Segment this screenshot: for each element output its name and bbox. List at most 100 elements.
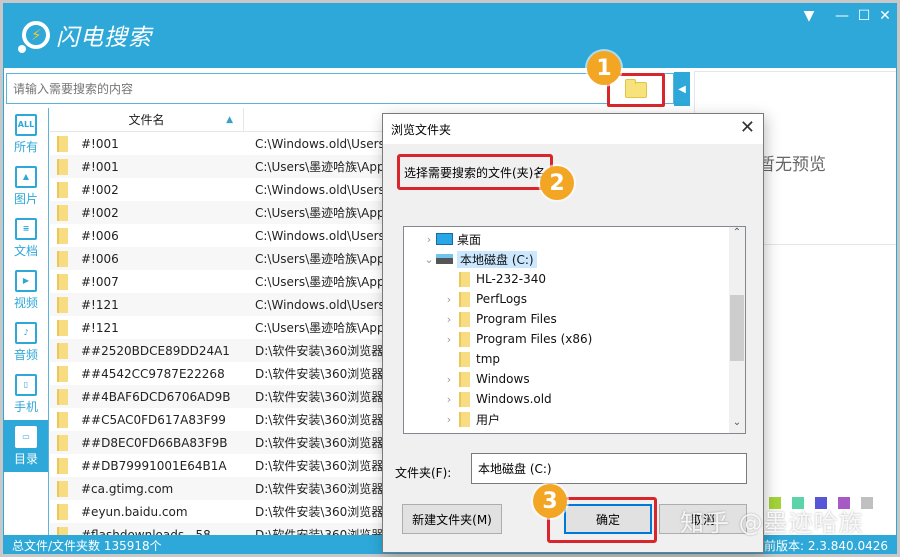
step-badge-2: 2 bbox=[540, 166, 574, 200]
sidebar-item-label: 目录 bbox=[13, 451, 38, 466]
file-name: #!001 bbox=[81, 136, 119, 151]
ok-button[interactable]: 确定 bbox=[564, 504, 652, 534]
folder-icon bbox=[459, 311, 470, 327]
file-name: #!002 bbox=[81, 205, 119, 220]
tree-item-label: 桌面 bbox=[457, 232, 482, 247]
sidebar-item-document[interactable]: ≡ 文档 bbox=[4, 212, 48, 264]
file-name: ##4542CC9787E22268 bbox=[81, 366, 225, 381]
sidebar-item-video[interactable]: ▶ 视频 bbox=[4, 264, 48, 316]
expand-chevron-icon[interactable]: › bbox=[422, 233, 436, 246]
file-name: ##D8EC0FD66BA83F9B bbox=[81, 435, 228, 450]
new-folder-button[interactable]: 新建文件夹(M) bbox=[402, 504, 502, 534]
scroll-up-icon[interactable]: ⌃ bbox=[729, 227, 745, 243]
folder-icon bbox=[57, 503, 68, 520]
folder-name-input[interactable] bbox=[471, 453, 747, 484]
tree-item-label: HL-232-340 bbox=[476, 272, 546, 286]
sidebar-item-image[interactable]: ▲ 图片 bbox=[4, 160, 48, 212]
app-title: 闪电搜索 bbox=[56, 25, 152, 51]
file-path: C:\Windows.old\Users\墨 bbox=[255, 137, 401, 151]
expand-chevron-icon[interactable]: › bbox=[442, 293, 456, 306]
maximize-button[interactable]: ☐ bbox=[853, 8, 875, 24]
expand-chevron-icon[interactable]: › bbox=[442, 393, 456, 406]
file-path: C:\Windows.old\Users\墨 bbox=[255, 229, 401, 243]
sidebar-item-all[interactable]: ALL 所有 bbox=[4, 108, 48, 160]
sidebar-item-phone[interactable]: ▯ 手机 bbox=[4, 368, 48, 420]
sidebar-item-audio[interactable]: ♪ 音频 bbox=[4, 316, 48, 368]
search-input[interactable] bbox=[6, 73, 674, 104]
dialog-title-bar: 浏览文件夹 ✕ bbox=[383, 114, 763, 144]
file-name: #ca.gtimg.com bbox=[81, 481, 174, 496]
file-path: D:\软件安装\360浏览器\3 bbox=[255, 390, 395, 404]
folder-icon bbox=[459, 411, 470, 427]
app-logo: ⚡ 闪电搜索 bbox=[18, 18, 152, 53]
file-path: C:\Users\墨迹哈族\AppD bbox=[255, 321, 394, 335]
folder-icon bbox=[57, 434, 68, 451]
file-count-status: 总文件/文件夹数 135918个 bbox=[12, 538, 162, 553]
close-button[interactable]: ✕ bbox=[874, 8, 896, 24]
file-path: D:\软件安装\360浏览器\3 bbox=[255, 413, 395, 427]
tree-item[interactable]: ⌄ 本地磁盘 (C:) bbox=[404, 249, 745, 269]
watermark: 知乎 @墨迹哈族 bbox=[680, 509, 864, 537]
folder-icon bbox=[57, 273, 68, 290]
folder-icon bbox=[57, 457, 68, 474]
tree-item[interactable]: › Windows bbox=[404, 369, 745, 389]
file-path: D:\软件安装\360浏览器\3 bbox=[255, 459, 395, 473]
folder-icon bbox=[57, 388, 68, 405]
tree-item[interactable]: › 用户 bbox=[404, 409, 745, 429]
expand-chevron-icon[interactable]: › bbox=[422, 433, 436, 434]
scroll-down-icon[interactable]: ⌄ bbox=[729, 417, 745, 433]
sidebar-item-directory[interactable]: ▭ 目录 bbox=[4, 420, 48, 472]
tree-item[interactable]: › Windows.old bbox=[404, 389, 745, 409]
sidebar-item-label: 视频 bbox=[13, 295, 38, 310]
tree-item[interactable]: HL-232-340 bbox=[404, 269, 745, 289]
minimize-button[interactable]: — bbox=[831, 8, 853, 24]
tree-item[interactable]: › Program Files bbox=[404, 309, 745, 329]
folder-icon bbox=[57, 480, 68, 497]
dialog-description: 选择需要搜索的文件(夹)名 bbox=[397, 154, 553, 190]
tree-item[interactable]: tmp bbox=[404, 349, 745, 369]
tree-item[interactable]: › 新加卷 (D:) bbox=[404, 429, 745, 434]
file-path: C:\Windows.old\Users\墨 bbox=[255, 183, 401, 197]
file-name: ##C5AC0FD617A83F99 bbox=[81, 412, 226, 427]
file-path: C:\Users\墨迹哈族\AppD bbox=[255, 275, 394, 289]
folder-icon bbox=[459, 271, 470, 287]
expand-chevron-icon[interactable]: ⌄ bbox=[422, 253, 436, 266]
expand-chevron-icon[interactable]: › bbox=[442, 373, 456, 386]
scroll-thumb[interactable] bbox=[730, 295, 744, 361]
column-header-filename[interactable]: 文件名 ▲ bbox=[50, 108, 244, 131]
tree-item[interactable]: › PerfLogs bbox=[404, 289, 745, 309]
tree-item-label: Program Files (x86) bbox=[476, 332, 593, 346]
tree-scrollbar[interactable]: ⌃ ⌄ bbox=[729, 227, 745, 433]
tree-item[interactable]: › 桌面 bbox=[404, 229, 745, 249]
file-name: #!007 bbox=[81, 274, 119, 289]
file-name: #!002 bbox=[81, 182, 119, 197]
sidebar-item-label: 文档 bbox=[13, 243, 38, 258]
expand-chevron-icon[interactable]: › bbox=[442, 413, 456, 426]
file-name: #!001 bbox=[81, 159, 119, 174]
tree-item-label: 新加卷 (D:) bbox=[457, 431, 519, 434]
sort-ascending-icon: ▲ bbox=[226, 114, 233, 125]
expand-chevron-icon[interactable]: › bbox=[442, 333, 456, 346]
expand-chevron-icon[interactable]: › bbox=[442, 313, 456, 326]
tree-item-label: Program Files bbox=[476, 312, 557, 326]
file-name: ##DB79991001E64B1A bbox=[81, 458, 227, 473]
collapse-preview-button[interactable]: ◀ bbox=[674, 72, 690, 106]
all-icon: ALL bbox=[15, 113, 37, 136]
folder-icon bbox=[57, 135, 68, 152]
search-row bbox=[4, 71, 691, 107]
file-path: C:\Users\墨迹哈族\AppD bbox=[255, 206, 394, 220]
menu-dropdown-icon[interactable]: ▼ bbox=[798, 8, 820, 24]
file-path: D:\软件安装\360浏览器\3 bbox=[255, 344, 395, 358]
folder-icon bbox=[459, 331, 470, 347]
file-path: C:\Windows.old\Users\墨 bbox=[255, 298, 401, 312]
folder-icon bbox=[57, 365, 68, 382]
dialog-close-icon[interactable]: ✕ bbox=[740, 117, 755, 138]
phone-icon: ▯ bbox=[15, 373, 37, 396]
tree-item-label: Windows bbox=[476, 372, 530, 386]
tree-item[interactable]: › Program Files (x86) bbox=[404, 329, 745, 349]
folder-icon bbox=[57, 204, 68, 221]
file-name: #!121 bbox=[81, 320, 119, 335]
step-badge-1: 1 bbox=[587, 51, 621, 85]
folder-icon bbox=[459, 291, 470, 307]
folder-field-label: 文件夹(F): bbox=[395, 466, 452, 480]
